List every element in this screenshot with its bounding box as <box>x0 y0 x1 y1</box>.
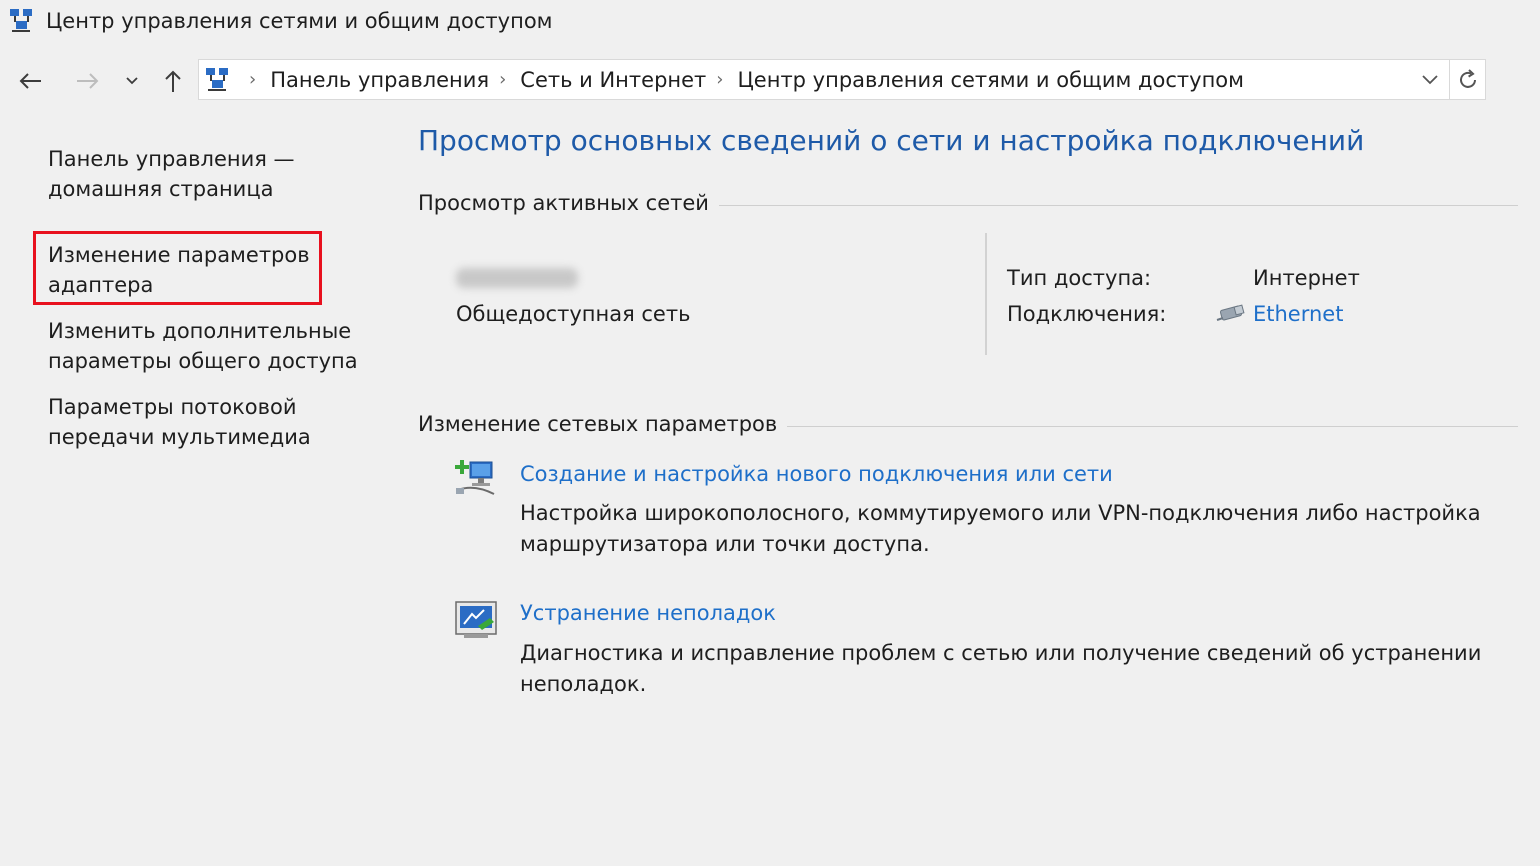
up-button[interactable] <box>157 64 189 98</box>
access-type-value: Интернет <box>1253 266 1360 290</box>
refresh-button[interactable] <box>1450 59 1486 100</box>
sidebar-item-label: Параметры потоковой <box>48 395 297 419</box>
breadcrumb-separator[interactable]: › <box>249 69 256 90</box>
title-bar: Центр управления сетями и общим доступом <box>0 0 1540 44</box>
refresh-icon <box>1459 68 1476 88</box>
arrow-left-icon <box>19 73 41 89</box>
section-title: Просмотр активных сетей <box>418 191 709 215</box>
breadcrumb-item-network-center[interactable]: Центр управления сетями и общим доступом <box>737 68 1244 92</box>
active-networks-section-header: Просмотр активных сетей <box>418 188 1518 218</box>
change-settings-section-header: Изменение сетевых параметров <box>418 409 1518 439</box>
ethernet-connection-link[interactable]: Ethernet <box>1253 299 1343 329</box>
breadcrumb-separator[interactable]: › <box>499 69 506 90</box>
task-description: Настройка широкополосного, коммутируемог… <box>520 498 1481 560</box>
chevron-down-icon <box>1422 74 1438 84</box>
task-description-line: неполадок. <box>520 672 647 696</box>
connections-label: Подключения: <box>1007 302 1167 326</box>
highlight-box <box>33 231 322 305</box>
network-type-link[interactable]: Общедоступная сеть <box>456 299 690 329</box>
breadcrumb-item-control-panel[interactable]: Панель управления <box>270 68 489 92</box>
arrow-up-icon <box>165 70 181 92</box>
section-divider <box>718 204 1518 206</box>
new-connection-icon <box>455 460 495 495</box>
task-description-line: Диагностика и исправление проблем с сеть… <box>520 641 1482 665</box>
new-connection-link[interactable]: Создание и настройка нового подключения … <box>520 459 1113 489</box>
sidebar-item-label: передачи мультимедиа <box>48 425 311 449</box>
sidebar-item-media-streaming[interactable]: Параметры потоковой передачи мультимедиа <box>48 392 311 452</box>
window-title: Центр управления сетями и общим доступом <box>46 9 553 33</box>
task-description-line: Настройка широкополосного, коммутируемог… <box>520 501 1481 525</box>
sidebar-item-advanced-sharing[interactable]: Изменить дополнительные параметры общего… <box>48 316 358 376</box>
sidebar-item-label: параметры общего доступа <box>48 349 358 373</box>
task-description-line: маршрутизатора или точки доступа. <box>520 532 930 556</box>
network-center-icon <box>10 9 32 32</box>
address-dropdown-button[interactable] <box>1415 64 1445 95</box>
sidebar-item-control-panel-home[interactable]: Панель управления — домашняя страница <box>48 144 295 204</box>
address-bar[interactable]: › Панель управления › Сеть и Интернет › … <box>198 59 1450 100</box>
page-title: Просмотр основных сведений о сети и наст… <box>418 124 1365 157</box>
network-sharing-center-window: Центр управления сетями и общим доступом <box>0 0 1540 866</box>
troubleshoot-icon <box>455 601 497 638</box>
breadcrumb: › Панель управления › Сеть и Интернет › … <box>239 60 1244 99</box>
back-button[interactable] <box>14 64 46 98</box>
network-center-icon <box>206 68 228 91</box>
recent-locations-button[interactable] <box>118 64 146 98</box>
breadcrumb-separator[interactable]: › <box>716 69 723 90</box>
access-type-label: Тип доступа: <box>1007 266 1152 290</box>
forward-button[interactable] <box>72 64 104 98</box>
vertical-divider <box>985 233 987 355</box>
sidebar-item-label: Панель управления — <box>48 147 295 171</box>
breadcrumb-item-network-internet[interactable]: Сеть и Интернет <box>520 68 706 92</box>
network-name-redacted <box>456 268 578 288</box>
section-title: Изменение сетевых параметров <box>418 412 778 436</box>
section-divider <box>787 425 1518 427</box>
sidebar-item-label: Изменить дополнительные <box>48 319 352 343</box>
arrow-right-icon <box>77 73 99 89</box>
troubleshoot-link[interactable]: Устранение неполадок <box>520 598 776 628</box>
sidebar-item-label: домашняя страница <box>48 177 274 201</box>
ethernet-icon <box>1216 304 1245 321</box>
task-description: Диагностика и исправление проблем с сеть… <box>520 638 1481 700</box>
chevron-down-icon <box>126 77 138 85</box>
